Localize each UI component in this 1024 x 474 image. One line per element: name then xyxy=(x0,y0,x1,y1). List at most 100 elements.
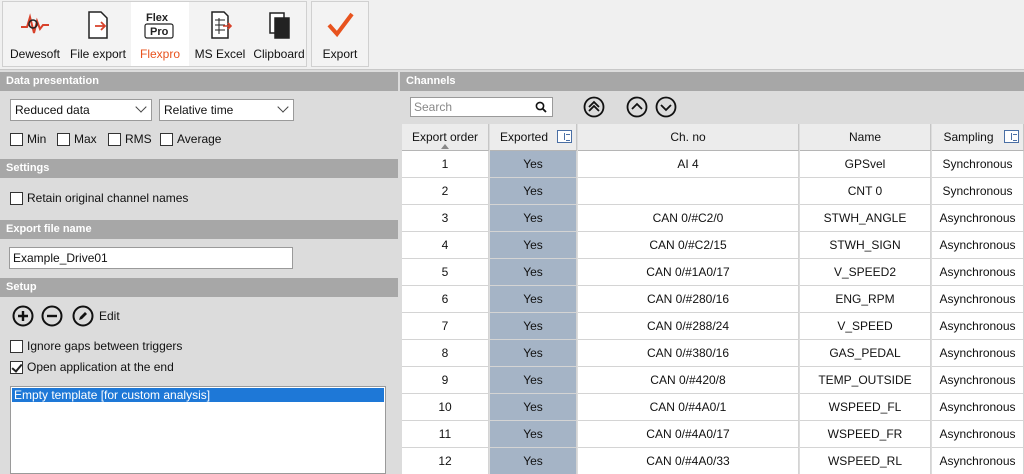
cell-sampling: Asynchronous xyxy=(932,259,1024,286)
cell-exported[interactable]: Yes xyxy=(490,448,577,474)
ignore-gaps-label: Ignore gaps between triggers xyxy=(27,339,183,353)
cell-exported[interactable]: Yes xyxy=(490,367,577,394)
template-list-item[interactable]: Empty template [for custom analysis] xyxy=(12,388,384,402)
min-checkbox[interactable]: Min xyxy=(10,132,46,146)
time-mode-dropdown[interactable]: Relative time xyxy=(159,99,294,121)
table-row[interactable]: 7 Yes CAN 0/#288/24 V_SPEED Asynchronous xyxy=(402,313,1024,340)
cell-name: WSPEED_RL xyxy=(800,448,931,474)
chevron-up-icon xyxy=(626,96,648,118)
cell-export-order: 6 xyxy=(402,286,489,313)
multi-select-icon[interactable] xyxy=(557,130,572,143)
add-template-button[interactable] xyxy=(12,305,34,327)
clipboard-button[interactable]: Clipboard xyxy=(251,2,307,66)
cell-ch-no: CAN 0/#4A0/1 xyxy=(578,394,799,421)
cell-export-order: 3 xyxy=(402,205,489,232)
ms-excel-button[interactable]: MS Excel xyxy=(190,2,250,66)
export-file-name-header: Export file name xyxy=(0,220,398,239)
search-input[interactable]: Search xyxy=(410,97,553,117)
cell-exported[interactable]: Yes xyxy=(490,205,577,232)
column-header-exported[interactable]: Exported xyxy=(490,124,577,151)
toolbar: Dewesoft File export Flex Pro Flexpro MS… xyxy=(0,0,1024,70)
sort-ascending-icon xyxy=(441,144,449,149)
channels-header: Channels xyxy=(400,72,1024,91)
cell-exported[interactable]: Yes xyxy=(490,313,577,340)
open-app-checkbox[interactable]: Open application at the end xyxy=(10,360,174,374)
average-checkbox[interactable]: Average xyxy=(160,132,221,146)
table-row[interactable]: 8 Yes CAN 0/#380/16 GAS_PEDAL Asynchronous xyxy=(402,340,1024,367)
column-header-sampling[interactable]: Sampling xyxy=(932,124,1024,151)
ignore-gaps-checkbox[interactable]: Ignore gaps between triggers xyxy=(10,339,182,353)
clipboard-label: Clipboard xyxy=(253,47,305,61)
move-up-button[interactable] xyxy=(626,96,648,118)
cell-name: STWH_ANGLE xyxy=(800,205,931,232)
cell-export-order: 4 xyxy=(402,232,489,259)
rms-checkbox[interactable]: RMS xyxy=(108,132,152,146)
export-file-name-input[interactable]: Example_Drive01 xyxy=(9,247,293,269)
cell-name: ENG_RPM xyxy=(800,286,931,313)
move-down-button[interactable] xyxy=(655,96,677,118)
flexpro-label: Flexpro xyxy=(139,47,180,61)
remove-template-button[interactable] xyxy=(41,305,63,327)
cell-exported[interactable]: Yes xyxy=(490,151,577,178)
cell-exported[interactable]: Yes xyxy=(490,259,577,286)
table-row[interactable]: 1 Yes AI 4 GPSvel Synchronous xyxy=(402,151,1024,178)
edit-template-button[interactable] xyxy=(72,305,94,327)
ms-excel-label: MS Excel xyxy=(194,47,246,61)
cell-exported[interactable]: Yes xyxy=(490,232,577,259)
retain-names-checkbox[interactable]: Retain original channel names xyxy=(10,191,188,205)
cell-ch-no: CAN 0/#C2/0 xyxy=(578,205,799,232)
column-header-ch-no[interactable]: Ch. no xyxy=(578,124,799,151)
dewesoft-button[interactable]: Dewesoft xyxy=(5,2,65,66)
max-label: Max xyxy=(74,132,97,146)
cell-sampling: Asynchronous xyxy=(932,205,1024,232)
cell-name: V_SPEED xyxy=(800,313,931,340)
cell-export-order: 2 xyxy=(402,178,489,205)
cell-name: CNT 0 xyxy=(800,178,931,205)
table-row[interactable]: 3 Yes CAN 0/#C2/0 STWH_ANGLE Asynchronous xyxy=(402,205,1024,232)
data-reduction-dropdown[interactable]: Reduced data xyxy=(10,99,152,121)
cell-export-order: 9 xyxy=(402,367,489,394)
checkbox-box xyxy=(10,132,23,146)
dewesoft-icon xyxy=(17,7,53,43)
cell-exported[interactable]: Yes xyxy=(490,286,577,313)
export-button[interactable]: Export xyxy=(312,2,368,66)
table-row[interactable]: 2 Yes CNT 0 Synchronous xyxy=(402,178,1024,205)
table-row[interactable]: 6 Yes CAN 0/#280/16 ENG_RPM Asynchronous xyxy=(402,286,1024,313)
chevron-down-icon xyxy=(655,96,677,118)
cell-name: WSPEED_FL xyxy=(800,394,931,421)
cell-exported[interactable]: Yes xyxy=(490,421,577,448)
cell-export-order: 12 xyxy=(402,448,489,474)
move-to-top-button[interactable] xyxy=(583,96,605,118)
cell-ch-no: CAN 0/#280/16 xyxy=(578,286,799,313)
checkbox-box-checked xyxy=(10,360,23,374)
table-row[interactable]: 11 Yes CAN 0/#4A0/17 WSPEED_FR Asynchronous xyxy=(402,421,1024,448)
table-row[interactable]: 12 Yes CAN 0/#4A0/33 WSPEED_RL Asynchronous xyxy=(402,448,1024,474)
column-header-export-order[interactable]: Export order xyxy=(402,124,489,151)
plus-circle-icon xyxy=(12,305,34,327)
multi-select-icon[interactable] xyxy=(1004,130,1019,143)
min-label: Min xyxy=(27,132,47,146)
retain-names-label: Retain original channel names xyxy=(27,191,189,205)
cell-exported[interactable]: Yes xyxy=(490,394,577,421)
flexpro-icon-text-flex: Flex xyxy=(146,12,169,24)
time-mode-value: Relative time xyxy=(164,103,234,117)
max-checkbox[interactable]: Max xyxy=(57,132,97,146)
file-export-icon xyxy=(80,7,116,43)
cell-sampling: Asynchronous xyxy=(932,421,1024,448)
cell-export-order: 5 xyxy=(402,259,489,286)
table-row[interactable]: 4 Yes CAN 0/#C2/15 STWH_SIGN Asynchronous xyxy=(402,232,1024,259)
cell-exported[interactable]: Yes xyxy=(490,340,577,367)
open-app-label: Open application at the end xyxy=(27,360,174,374)
file-export-button[interactable]: File export xyxy=(66,2,130,66)
column-label: Exported xyxy=(499,130,549,144)
flexpro-button[interactable]: Flex Pro Flexpro xyxy=(131,2,189,66)
left-panel: Data presentation Reduced data Relative … xyxy=(0,72,398,474)
table-row[interactable]: 10 Yes CAN 0/#4A0/1 WSPEED_FL Asynchronous xyxy=(402,394,1024,421)
column-header-name[interactable]: Name xyxy=(800,124,931,151)
cell-exported[interactable]: Yes xyxy=(490,178,577,205)
cell-sampling: Asynchronous xyxy=(932,367,1024,394)
table-row[interactable]: 5 Yes CAN 0/#1A0/17 V_SPEED2 Asynchronous xyxy=(402,259,1024,286)
column-label: Name xyxy=(848,130,881,144)
template-list[interactable]: Empty template [for custom analysis] xyxy=(10,386,386,474)
table-row[interactable]: 9 Yes CAN 0/#420/8 TEMP_OUTSIDE Asynchronous xyxy=(402,367,1024,394)
